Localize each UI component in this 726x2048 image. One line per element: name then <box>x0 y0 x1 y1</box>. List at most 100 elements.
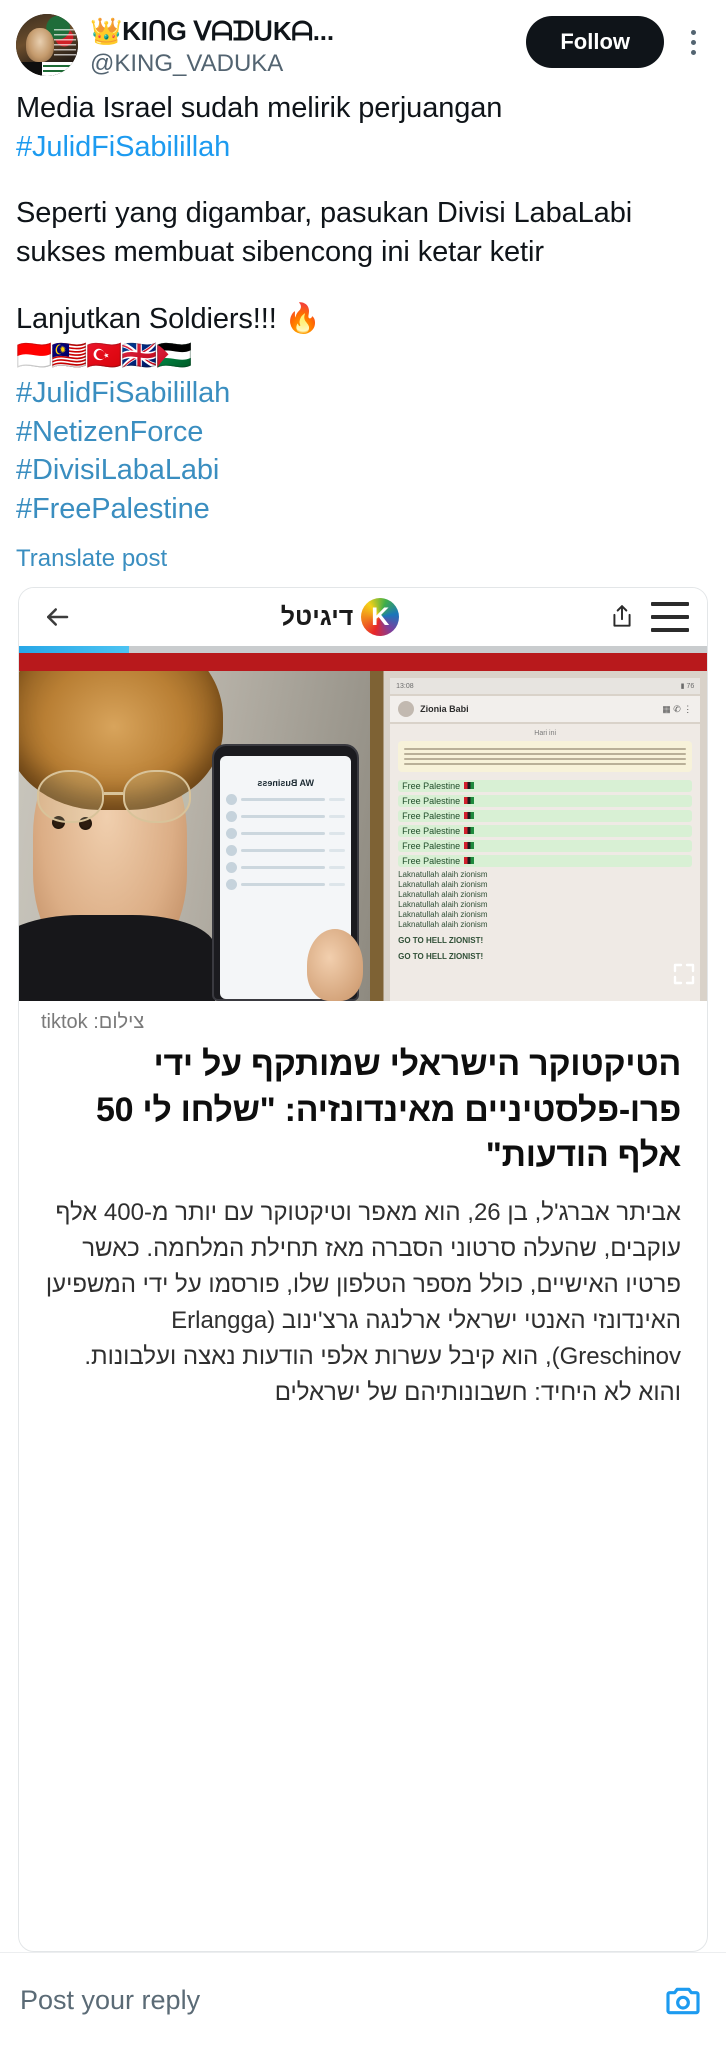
glasses-lens-left <box>36 770 105 823</box>
chat-avatar <box>398 701 415 718</box>
avatar-text-overlay <box>54 28 76 57</box>
back-arrow-icon[interactable] <box>37 597 77 637</box>
status-bar-left: 13:08 <box>396 682 414 690</box>
free-palestine-message: Free Palestine <box>398 809 693 822</box>
free-palestine-message: Free Palestine <box>398 794 693 807</box>
wa-chat-time <box>329 865 346 869</box>
card-brand[interactable]: דיגיטל <box>280 598 400 637</box>
post-header: 👑KIᑎG ᐯᗩᗪᑌKᗩ... @KING_VADUKA Follow <box>0 0 726 83</box>
encryption-notice <box>398 741 693 772</box>
whatsapp-chat-body: Hari ini Free Palestine Free Palestine F… <box>390 724 701 1002</box>
hero-person-shirt <box>19 915 216 1002</box>
wa-chat-avatar <box>226 793 237 805</box>
device-status-bar: 13:08 ▮ 76 <box>390 677 701 695</box>
paragraph-spacer-2 <box>16 272 710 300</box>
chat-header-icons: ▦ ✆ ⋮ <box>662 703 693 714</box>
hashtag-julidfisabilillah[interactable]: #JulidFiSabilillah <box>16 374 710 413</box>
article-headline[interactable]: הטיקטוקר הישראלי שמותקף על ידי פרו-פלסטי… <box>19 1038 707 1179</box>
laknat-line-3: Laknatullah alaih zionism <box>398 889 488 899</box>
palestine-flag-icon <box>464 782 475 789</box>
article-hero-image[interactable]: WA Business 13:08 ▮ 76 Zionia Babi ▦ ✆ ⋮… <box>19 671 707 1002</box>
wa-business-title: WA Business <box>257 777 315 788</box>
wa-chat-line <box>241 882 326 886</box>
author-display-name[interactable]: 👑KIᑎG ᐯᗩᗪᑌKᗩ... <box>90 16 514 47</box>
wa-chat-avatar <box>226 861 237 873</box>
camera-icon[interactable] <box>660 1978 706 2024</box>
wa-chat-line <box>241 797 326 801</box>
fp-label-3: Free Palestine <box>402 810 461 821</box>
palestine-flag-icon <box>464 857 475 864</box>
post-paragraph-2: Seperti yang digambar, pasukan Divisi La… <box>16 197 633 269</box>
fp-label-4: Free Palestine <box>402 825 461 836</box>
wa-chat-avatar <box>226 810 237 822</box>
avatar[interactable] <box>16 14 78 76</box>
hero-person-glasses <box>36 770 191 823</box>
wa-chat-avatar <box>226 844 237 856</box>
fp-label-1: Free Palestine <box>402 780 461 791</box>
free-palestine-message: Free Palestine <box>398 854 693 867</box>
author-handle[interactable]: @KING_VADUKA <box>90 49 514 79</box>
wa-chat-row <box>226 844 346 856</box>
post-paragraph-3: Lanjutkan Soldiers!!! 🔥 <box>16 303 321 336</box>
hashtag-julidfisabilillah-inline[interactable]: #JulidFiSabilillah <box>16 131 230 163</box>
reply-composer[interactable] <box>0 1952 726 2048</box>
article-body-text: אביתר אברג'ל, בן 26, הוא מאפר וטיקטוקר ע… <box>45 1198 681 1406</box>
translate-post-link[interactable]: Translate post <box>0 529 726 587</box>
site-red-accent-bar <box>19 653 707 672</box>
post-text: Media Israel sudah melirik perjuangan #J… <box>0 83 726 530</box>
fp-label-2: Free Palestine <box>402 795 461 806</box>
hero-person-thumb <box>306 928 363 1002</box>
expand-fullscreen-icon[interactable] <box>671 961 697 987</box>
wa-chat-time <box>329 831 346 835</box>
chat-contact-name: Zionia Babi <box>420 704 469 715</box>
hell-line-1: GO TO HELL ZIONIST! <box>398 935 484 945</box>
palestine-flag-icon <box>464 797 475 804</box>
share-icon[interactable] <box>603 598 641 636</box>
more-options-icon[interactable] <box>676 18 710 66</box>
post-detail-screen: 👑KIᑎG ᐯᗩᗪᑌKᗩ... @KING_VADUKA Follow Medi… <box>0 0 726 2048</box>
hashtag-divisilabalabi[interactable]: #DivisiLabaLabi <box>16 451 710 490</box>
embedded-article-card[interactable]: דיגיטל K WA Business 13:08 ▮ 76 Zionia B… <box>18 587 708 1952</box>
hero-left-panel: WA Business <box>19 671 370 1002</box>
wa-chat-avatar <box>226 878 237 890</box>
glasses-lens-right <box>122 770 191 823</box>
hero-right-panel: 13:08 ▮ 76 Zionia Babi ▦ ✆ ⋮ Hari ini Fr… <box>369 671 707 1002</box>
laknat-line-2: Laknatullah alaih zionism <box>398 879 488 889</box>
hashtag-netizenforce[interactable]: #NetizenForce <box>16 413 710 452</box>
wa-chat-time <box>329 882 346 886</box>
flag-emoji-row: 🇮🇩🇲🇾🇹🇷🇬🇧🇵🇸 <box>16 339 193 372</box>
wa-chat-line <box>241 814 326 818</box>
card-brand-label: דיגיטל <box>280 602 354 631</box>
fp-label-6: Free Palestine <box>402 855 461 866</box>
post-paragraph-1: Media Israel sudah melirik perjuangan #J… <box>16 89 710 167</box>
laknat-line-5: Laknatullah alaih zionism <box>398 909 488 919</box>
palestine-flag-icon <box>464 812 475 819</box>
free-palestine-message: Free Palestine <box>398 779 693 792</box>
card-browser-toolbar: דיגיטל <box>19 588 707 647</box>
wa-chat-row <box>226 810 346 822</box>
post-line-1-plain: Media Israel sudah melirik perjuangan <box>16 91 503 124</box>
reply-input[interactable] <box>20 1985 648 2016</box>
wa-chat-row <box>226 878 346 890</box>
hashtag-freepalestine[interactable]: #FreePalestine <box>16 490 710 529</box>
avatar-face <box>25 27 55 63</box>
chat-day-label: Hari ini <box>534 730 557 737</box>
free-palestine-message: Free Palestine <box>398 824 693 837</box>
whatsapp-chat-header: Zionia Babi ▦ ✆ ⋮ <box>390 695 701 723</box>
hamburger-menu-icon[interactable] <box>651 602 690 633</box>
palestine-flag-icon <box>464 827 475 834</box>
page-load-progress <box>19 646 707 654</box>
glasses-bridge <box>104 792 123 796</box>
wa-chat-time <box>329 814 346 818</box>
follow-button[interactable]: Follow <box>526 16 664 68</box>
status-bar-right: ▮ 76 <box>680 683 695 691</box>
laknat-line-6: Laknatullah alaih zionism <box>398 919 488 929</box>
photo-credit: צילום: tiktok <box>41 1011 145 1034</box>
palestine-flag-icon <box>464 842 475 849</box>
avatar-flag-strip <box>16 62 78 76</box>
wa-chat-time <box>329 848 346 852</box>
hell-line-2: GO TO HELL ZIONIST! <box>398 951 484 961</box>
free-palestine-message: Free Palestine <box>398 839 693 852</box>
paragraph-spacer-1 <box>16 166 710 194</box>
wa-chat-row <box>226 793 346 805</box>
